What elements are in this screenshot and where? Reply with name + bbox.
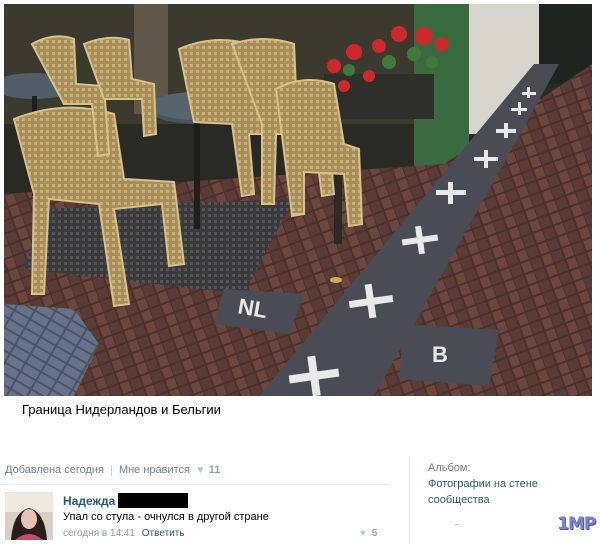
photo-caption: Граница Нидерландов и Бельгии xyxy=(22,402,221,417)
vertical-divider xyxy=(409,456,410,544)
comment-author[interactable]: Надежда xyxy=(63,494,115,508)
meta-separator: | xyxy=(110,464,113,476)
album-label: Альбом: xyxy=(428,462,471,474)
post-date: Добавлена сегодня xyxy=(5,464,104,476)
like-button[interactable]: Мне нравится xyxy=(119,464,190,476)
album-link[interactable]: Фотографии на стене сообщества xyxy=(428,476,578,508)
comment-date[interactable]: сегодня в 14:41 xyxy=(63,528,135,539)
comment-like-count: 5 xyxy=(371,528,378,539)
album-info: Альбом: Фотографии на стене сообщества xyxy=(428,460,578,508)
divider xyxy=(0,484,390,485)
reply-button[interactable]: Ответить xyxy=(142,528,185,539)
tile-nl: NL xyxy=(236,293,269,323)
watermark-logo: 1MP xyxy=(557,514,596,534)
redaction-bar xyxy=(118,493,188,508)
heart-icon[interactable]: ♥ xyxy=(360,528,366,539)
comment-like-button[interactable]: ♥ 5 xyxy=(360,528,377,539)
comment-meta: сегодня в 14:41 Ответить xyxy=(63,528,185,539)
divider xyxy=(455,524,459,525)
heart-icon[interactable]: ♥ xyxy=(197,464,204,476)
post-photo[interactable]: NL B xyxy=(4,4,592,396)
post-meta: Добавлена сегодня | Мне нравится ♥ 11 xyxy=(5,464,220,476)
like-count[interactable]: 11 xyxy=(209,464,221,476)
avatar[interactable] xyxy=(5,492,53,540)
tile-b: B xyxy=(432,342,448,367)
comment-text: Упал со стула - очнулся в другой стране xyxy=(63,511,269,523)
